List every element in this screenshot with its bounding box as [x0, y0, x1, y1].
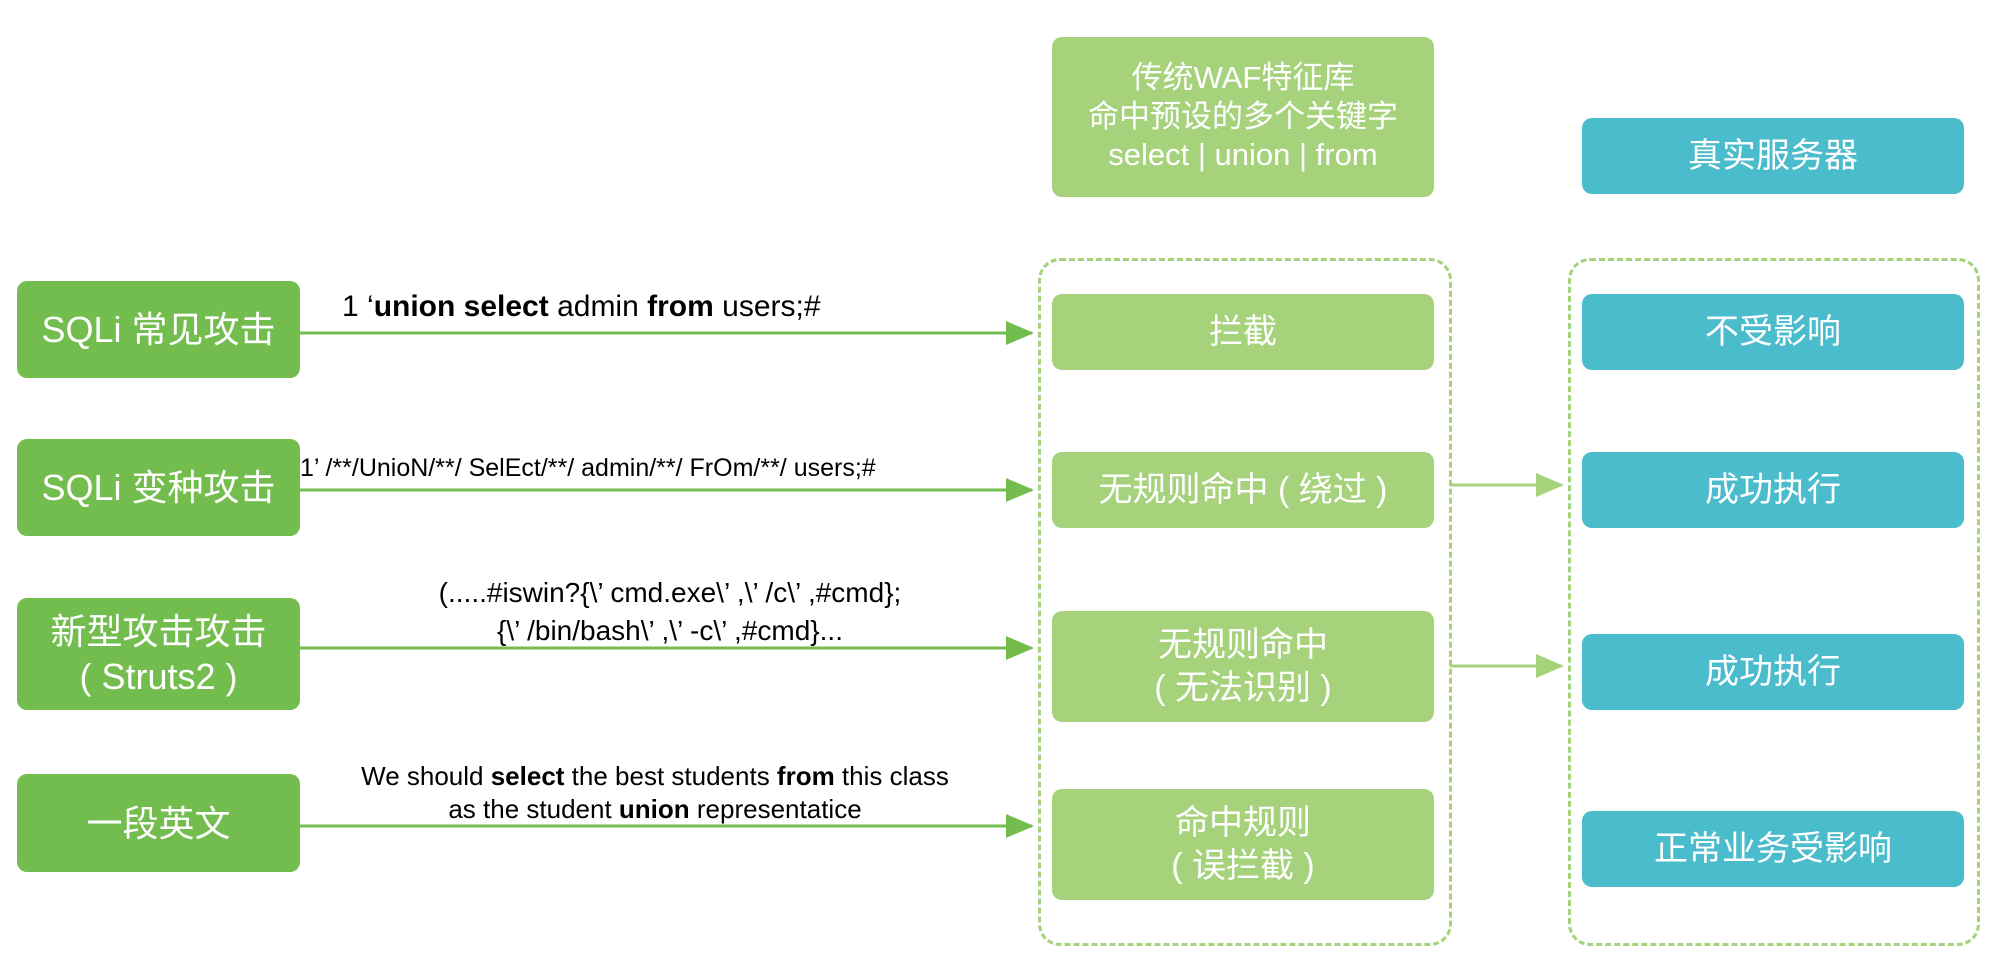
flow-arrows: [300, 321, 1564, 838]
